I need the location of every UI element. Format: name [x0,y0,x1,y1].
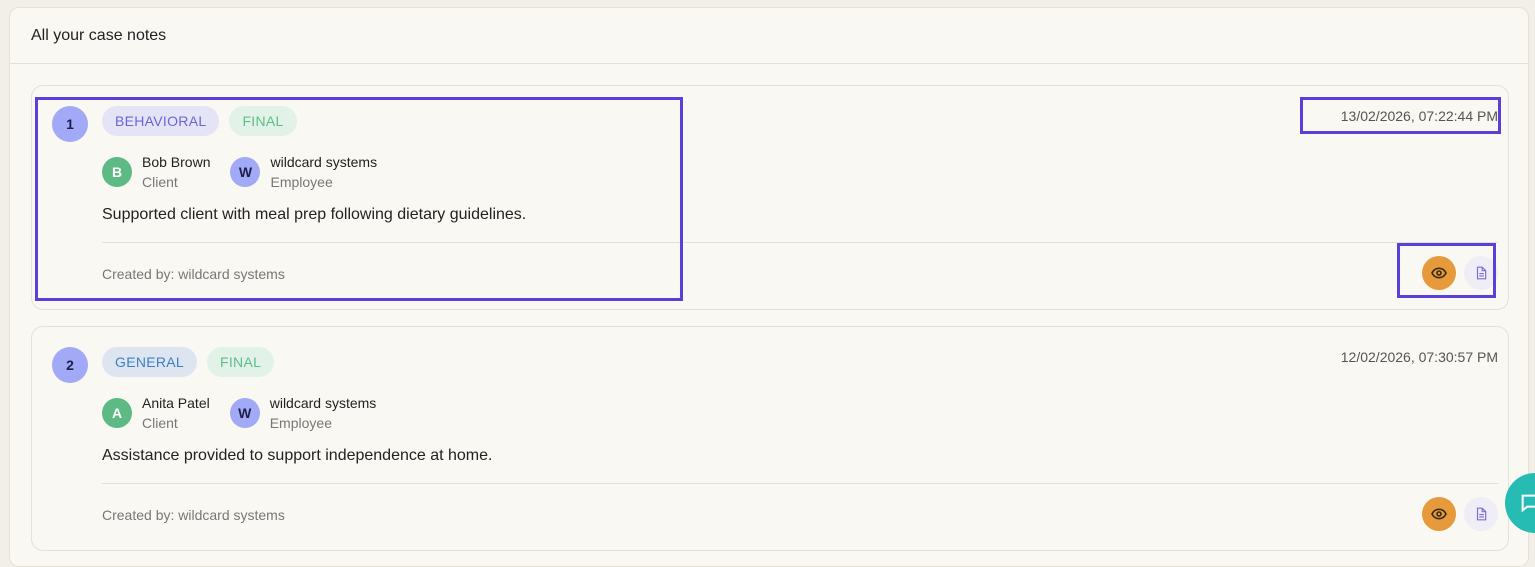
client-name: Bob Brown [142,154,211,170]
note-tags: BEHAVIORAL FINAL [102,106,297,136]
note-actions [1422,497,1498,531]
category-tag: GENERAL [102,347,198,377]
client-info: A Anita Patel Client [102,393,210,433]
client-role: Client [142,174,178,190]
chat-icon [1521,494,1535,513]
employee-role: Employee [270,174,333,190]
note-people: B Bob Brown Client W wildcard systems Em… [102,152,377,192]
panel-title: All your case notes [10,8,1528,64]
employee-role: Employee [269,415,332,431]
created-by: Created by: wildcard systems [102,266,285,282]
client-role: Client [142,415,178,431]
case-note-card: 2 GENERAL FINAL 12/02/2026, 07:30:57 PM … [31,326,1509,551]
note-number-badge: 2 [52,347,88,383]
category-tag: BEHAVIORAL [102,106,220,136]
client-avatar: A [102,398,132,428]
view-note-button[interactable] [1422,497,1456,531]
status-tag: FINAL [207,347,275,377]
status-tag: FINAL [229,106,297,136]
note-tags: GENERAL FINAL [102,347,275,377]
case-note-card: 1 BEHAVIORAL FINAL 13/02/2026, 07:22:44 … [31,85,1509,310]
document-button[interactable] [1464,256,1498,290]
document-button[interactable] [1464,497,1498,531]
note-timestamp: 12/02/2026, 07:30:57 PM [1340,349,1498,365]
document-icon [1476,507,1487,521]
note-text: Assistance provided to support independe… [102,447,493,464]
employee-name: wildcard systems [269,395,377,411]
employee-name: wildcard systems [270,154,378,170]
employee-avatar: W [229,398,260,428]
eye-icon [1431,267,1447,279]
divider [102,242,1498,243]
note-people: A Anita Patel Client W wildcard systems … [102,393,376,433]
employee-info: W wildcard systems Employee [230,152,377,192]
note-text: Supported client with meal prep followin… [102,206,527,223]
employee-avatar: W [230,157,261,187]
note-actions [1422,256,1498,290]
eye-icon [1431,508,1447,520]
employee-info: W wildcard systems Employee [229,393,377,433]
client-avatar: B [102,157,132,187]
case-notes-panel: All your case notes 1 BEHAVIORAL FINAL 1… [9,7,1529,567]
note-timestamp: 13/02/2026, 07:22:44 PM [1340,108,1498,124]
client-info: B Bob Brown Client [102,152,210,192]
document-icon [1476,266,1487,280]
note-number-badge: 1 [52,106,88,142]
client-name: Anita Patel [142,395,210,411]
created-by: Created by: wildcard systems [102,507,285,523]
divider [102,483,1498,484]
view-note-button[interactable] [1422,256,1456,290]
